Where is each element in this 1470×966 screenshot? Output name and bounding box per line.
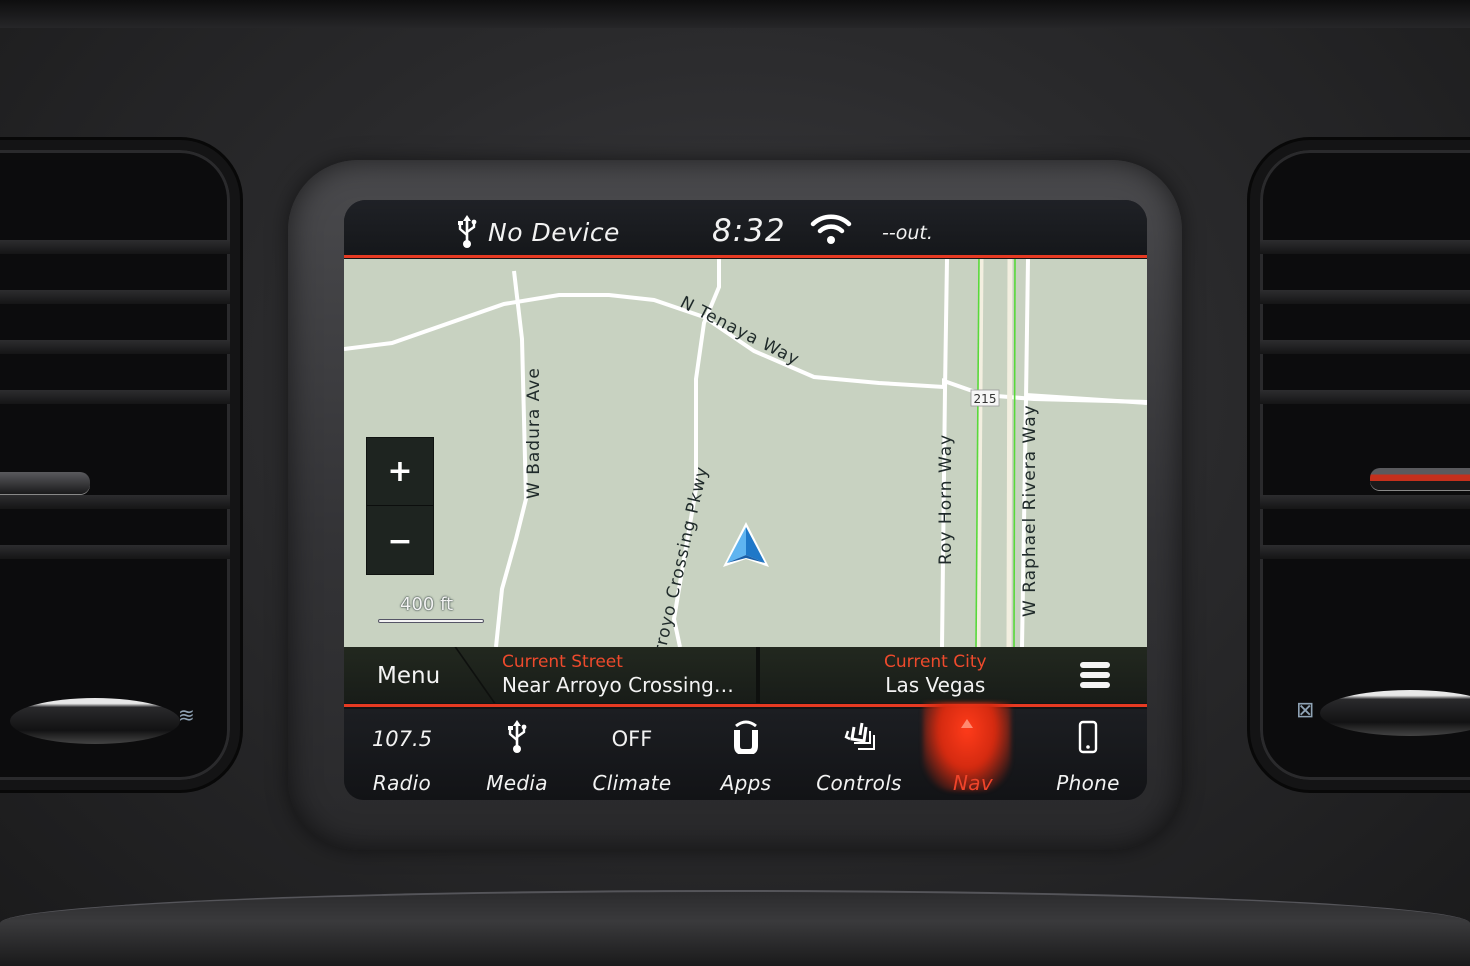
dock-label: Radio: [372, 771, 432, 795]
vent-slat: [0, 290, 230, 304]
nav-info-bar: Menu Current Street Near Arroyo Crossing…: [344, 647, 1147, 703]
dock-apps[interactable]: Apps: [690, 709, 802, 800]
airflow-icon: ≋: [178, 703, 195, 727]
phone-icon: [1077, 720, 1099, 758]
road-w-badura-ave: [494, 270, 529, 647]
current-city-value: Las Vegas: [885, 673, 986, 697]
usb-icon: [506, 720, 528, 758]
dock-radio[interactable]: 107.5 Radio: [346, 709, 458, 800]
road-label-w-raphael-rivera-way: W Raphael Rivera Way: [1020, 404, 1040, 617]
dock-label: Media: [486, 771, 548, 795]
outside-temperature: --out.: [882, 222, 933, 244]
vent-slat: [0, 495, 230, 509]
zoom-in-button[interactable]: +: [367, 438, 433, 506]
hamburger-menu-icon[interactable]: [1080, 662, 1110, 688]
info-divider: [756, 647, 760, 703]
current-city-title: Current City: [884, 652, 987, 672]
status-divider: [344, 255, 1147, 258]
clock: 8:32: [712, 213, 786, 249]
vent-slat: [1260, 390, 1470, 404]
seat-controls-icon: [840, 719, 878, 759]
vent-slat: [0, 545, 230, 559]
dock-controls[interactable]: Controls: [803, 709, 915, 800]
road-label-roy-horn-way: Roy Horn Way: [936, 434, 956, 565]
highway-shield-label: 215: [974, 392, 997, 406]
status-bar: No Device 8:32 --out.: [344, 200, 1147, 256]
road-label-w-badura-ave: W Badura Ave: [524, 367, 544, 499]
right-air-vent: ⊠: [1250, 140, 1470, 790]
current-street-value: Near Arroyo Crossing…: [502, 673, 734, 697]
radio-frequency: 107.5: [371, 727, 433, 751]
menu-button[interactable]: Menu: [344, 647, 489, 703]
scale-bar: [378, 619, 484, 623]
vent-slat: [0, 390, 230, 404]
vent-slat: [1260, 545, 1470, 559]
current-street: Current Street Near Arroyo Crossing…: [502, 652, 734, 697]
dashboard-top-trim: [0, 0, 1470, 28]
climate-status: OFF: [611, 727, 653, 751]
vent-direction-tab[interactable]: [1370, 468, 1470, 490]
dock-nav[interactable]: Nav: [917, 703, 1029, 800]
current-street-title: Current Street: [502, 652, 623, 672]
usb-icon: [456, 215, 478, 253]
vent-closed-icon: ⊠: [1296, 698, 1315, 723]
active-caret-icon: [961, 719, 973, 728]
vent-slat: [1260, 240, 1470, 254]
dock-label: Nav: [953, 771, 993, 795]
scale-label: 400 ft: [400, 594, 454, 615]
current-city: Current City Las Vegas: [884, 652, 987, 697]
dock-label: Apps: [720, 771, 772, 795]
uconnect-apps-icon: [733, 720, 759, 758]
vent-slat: [1260, 340, 1470, 354]
dock-label: Phone: [1056, 771, 1120, 795]
road-label-n-tenaya-way: N Tenaya Way: [677, 293, 803, 370]
dock-divider: [344, 704, 1147, 707]
map-canvas: 215 N Tenaya Way W Badura Ave Arroyo Cro…: [344, 259, 1147, 647]
dashboard-bottom-trim: [0, 890, 1470, 966]
dock-climate[interactable]: OFF Climate: [576, 709, 688, 800]
map-scale: 400 ft: [376, 594, 486, 628]
vent-slat: [0, 340, 230, 354]
wifi-icon: [810, 212, 852, 250]
map-zoom-control: + −: [366, 437, 434, 575]
vent-direction-tab[interactable]: [0, 472, 90, 494]
device-status: No Device: [488, 218, 620, 247]
vent-flow-knob[interactable]: [10, 698, 180, 744]
vent-slat: [0, 240, 230, 254]
vent-slat: [1260, 495, 1470, 509]
road-label-arroyo-crossing-pkwy: Arroyo Crossing Pkwy: [647, 464, 712, 647]
road-i-215-east: [1006, 259, 1013, 647]
vent-slat: [1260, 290, 1470, 304]
dock-label: Controls: [816, 771, 902, 795]
dock-label: Climate: [592, 771, 672, 795]
vent-flow-knob[interactable]: [1320, 690, 1470, 736]
dock-phone[interactable]: Phone: [1032, 709, 1144, 800]
navigation-map[interactable]: 215 N Tenaya Way W Badura Ave Arroyo Cro…: [344, 259, 1147, 647]
zoom-out-button[interactable]: −: [367, 507, 433, 575]
main-dock: 107.5 Radio Media OFF Climate Apps Contr…: [344, 703, 1147, 800]
left-air-vent: ≋: [0, 140, 240, 790]
dock-media[interactable]: Media: [461, 709, 573, 800]
infotainment-screen: No Device 8:32 --out. 215 N Tenaya Way W…: [344, 200, 1147, 800]
